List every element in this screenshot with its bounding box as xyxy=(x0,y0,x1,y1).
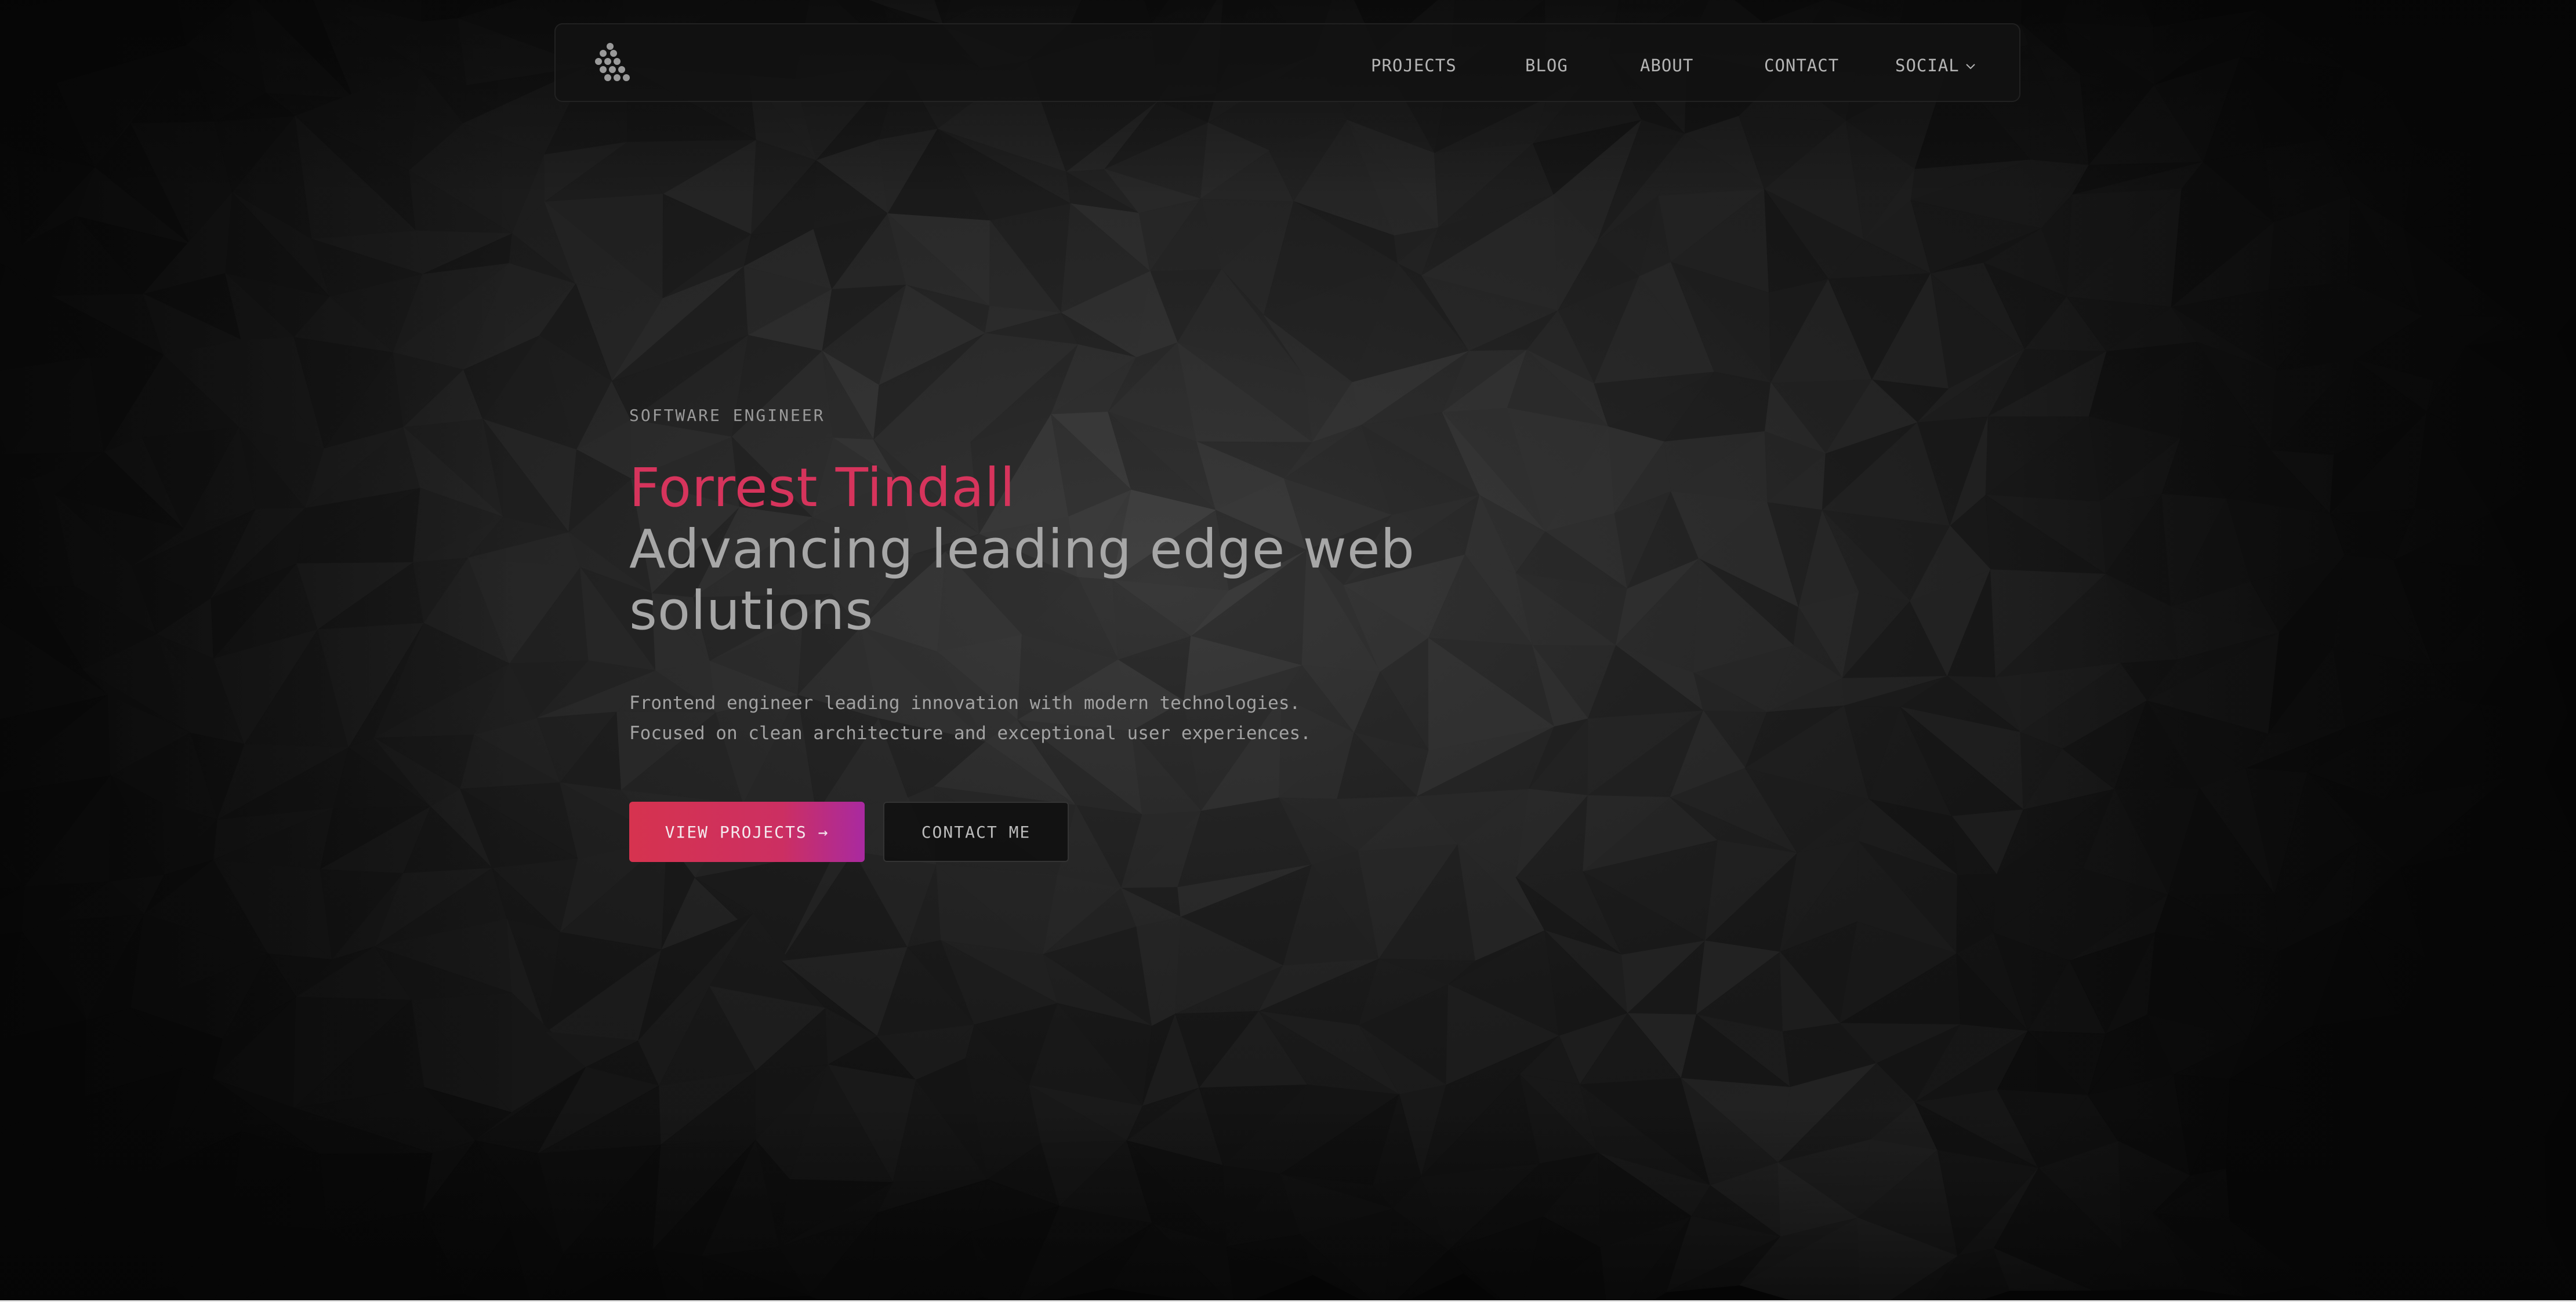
top-navbar: PROJECTS BLOG ABOUT CONTACT SOCIAL xyxy=(554,23,2020,102)
hero-buttons: VIEW PROJECTS → CONTACT ME xyxy=(629,802,1499,863)
nav-link-about[interactable]: ABOUT xyxy=(1640,56,1693,75)
nav-links: PROJECTS BLOG ABOUT CONTACT SOCIAL xyxy=(556,24,2019,101)
nav-link-contact[interactable]: CONTACT xyxy=(1764,56,1839,75)
hero-tagline: Advancing leading edge web solutions xyxy=(629,518,1415,642)
view-projects-button[interactable]: VIEW PROJECTS → xyxy=(629,802,865,862)
hero-description: Frontend engineer leading innovation wit… xyxy=(629,693,1311,744)
nav-link-projects[interactable]: PROJECTS xyxy=(1371,56,1457,75)
hero-name: Forrest Tindall xyxy=(629,457,1015,519)
chevron-down-icon xyxy=(1966,64,1975,70)
hero-eyebrow: SOFTWARE ENGINEER xyxy=(629,406,825,425)
social-label: SOCIAL xyxy=(1895,56,1960,75)
hero-section: SOFTWARE ENGINEER Forrest Tindall Advanc… xyxy=(629,406,1499,863)
nav-link-blog[interactable]: BLOG xyxy=(1525,56,1568,75)
contact-me-button[interactable]: CONTACT ME xyxy=(883,802,1069,862)
nav-link-social-dropdown[interactable]: SOCIAL xyxy=(1895,56,1976,75)
